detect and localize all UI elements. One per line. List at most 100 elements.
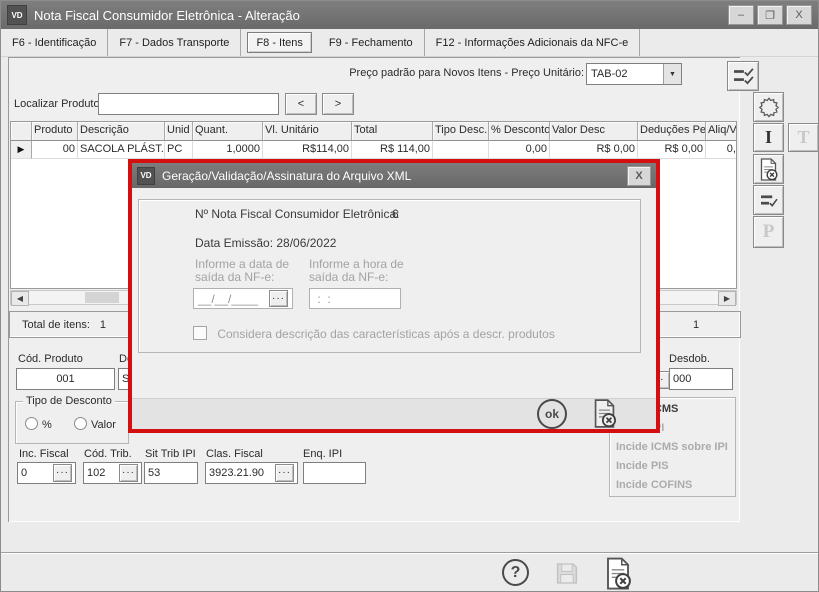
minimize-button[interactable]: – bbox=[728, 5, 754, 25]
cod-trib-label: Cód. Trib. bbox=[84, 448, 132, 460]
col-selector bbox=[11, 122, 32, 141]
checkbox-icon bbox=[193, 326, 207, 340]
cell-aliq-val-ip: 0,00% bbox=[706, 141, 737, 159]
next-item-button[interactable]: > bbox=[322, 93, 354, 115]
cancel-document-button[interactable] bbox=[753, 154, 784, 184]
ok-button[interactable]: ok bbox=[537, 399, 567, 429]
cod-trib-input[interactable]: 102 ··· bbox=[83, 462, 142, 484]
cell-unid: PC bbox=[165, 141, 193, 159]
inc-fiscal-input[interactable]: 0 ··· bbox=[17, 462, 76, 484]
save-button-disabled[interactable] bbox=[554, 561, 580, 589]
saida-date-input[interactable]: __/__/____ ··· bbox=[193, 288, 293, 309]
seal-button[interactable] bbox=[753, 92, 784, 122]
enq-ipi-input[interactable] bbox=[303, 462, 366, 484]
tab-f12-informacoes-adicionais[interactable]: F12 - Informações Adicionais da NFC-e bbox=[425, 29, 641, 56]
table-row[interactable]: ▶ 00 SACOLA PLÁST. PC 1,0000 R$114,00 R$… bbox=[11, 141, 736, 159]
localizar-produto-input[interactable] bbox=[98, 93, 279, 115]
tab-f9-fechamento[interactable]: F9 - Fechamento bbox=[318, 29, 425, 56]
cod-trib-value: 102 bbox=[87, 467, 119, 479]
cell-total: R$ 114,00 bbox=[352, 141, 433, 159]
radio-valor-icon bbox=[74, 417, 87, 430]
dialog-title: Geração/Validação/Assinatura do Arquivo … bbox=[162, 169, 624, 183]
dialog-cancel-button[interactable] bbox=[591, 399, 618, 431]
col-quant[interactable]: Quant. bbox=[193, 122, 263, 141]
inc-fiscal-value: 0 bbox=[21, 467, 53, 479]
right-total-value: 1 bbox=[693, 319, 699, 331]
scrollbar-thumb[interactable] bbox=[85, 292, 119, 303]
col-perc-desconto[interactable]: % Desconto bbox=[489, 122, 550, 141]
price-table-select[interactable]: TAB-02 ▼ bbox=[586, 63, 682, 85]
clas-fiscal-value: 3923.21.90 bbox=[209, 467, 275, 479]
col-deducoes[interactable]: Deduções Pe bbox=[638, 122, 706, 141]
col-produto[interactable]: Produto bbox=[32, 122, 78, 141]
radio-percent-label: % bbox=[42, 419, 52, 431]
col-descricao[interactable]: Descrição bbox=[78, 122, 165, 141]
date-picker-button[interactable]: ··· bbox=[269, 290, 288, 307]
cancel-note-button[interactable] bbox=[603, 557, 633, 592]
cell-vl-unitario: R$114,00 bbox=[263, 141, 352, 159]
desdob-label: Desdob. bbox=[669, 353, 710, 365]
clas-fiscal-browse-button[interactable]: ··· bbox=[275, 464, 294, 482]
col-total[interactable]: Total bbox=[352, 122, 433, 141]
saida-time-mask: : : bbox=[314, 292, 334, 306]
desdob-value: 000 bbox=[673, 373, 691, 385]
col-valor-desc[interactable]: Valor Desc bbox=[550, 122, 638, 141]
tab-bar: F6 - Identificação F7 - Dados Transporte… bbox=[1, 29, 818, 57]
col-vl-unitario[interactable]: Vl. Unitário bbox=[263, 122, 352, 141]
scroll-right-icon[interactable]: ▶ bbox=[718, 291, 736, 306]
radio-percent-icon bbox=[25, 417, 38, 430]
radio-percent[interactable]: % bbox=[25, 417, 52, 431]
dialog-close-button[interactable]: X bbox=[627, 166, 651, 186]
cell-tipo-desc bbox=[433, 141, 489, 159]
total-itens-value: 1 bbox=[100, 319, 106, 331]
right-total-box: 1 bbox=[651, 311, 741, 338]
floppy-disk-icon bbox=[554, 561, 580, 586]
prev-item-button[interactable]: < bbox=[285, 93, 317, 115]
caracteristicas-checkbox[interactable]: Considera descrição das características … bbox=[193, 326, 555, 341]
col-tipo-desc[interactable]: Tipo Desc. bbox=[433, 122, 489, 141]
application-window: VD Nota Fiscal Consumidor Eletrônica - A… bbox=[0, 0, 819, 592]
document-x-icon bbox=[758, 158, 779, 181]
cod-trib-browse-button[interactable]: ··· bbox=[119, 464, 138, 482]
maximize-button[interactable]: ❐ bbox=[757, 5, 783, 25]
total-itens-label: Total de itens: bbox=[22, 319, 90, 331]
clas-fiscal-input[interactable]: 3923.21.90 ··· bbox=[205, 462, 298, 484]
flag-incide-icms-sobre-ipi: Incide ICMS sobre IPI bbox=[610, 438, 735, 457]
desdob-input[interactable]: 000 bbox=[669, 368, 733, 390]
confirm-list-button[interactable] bbox=[753, 185, 784, 215]
enq-ipi-label: Enq. IPI bbox=[303, 448, 342, 460]
tab-f8-itens[interactable]: F8 - Itens bbox=[247, 32, 311, 53]
emissao-date-label: Data Emissão: 28/06/2022 bbox=[195, 236, 336, 250]
cell-descricao: SACOLA PLÁST. bbox=[78, 141, 165, 159]
cod-produto-label: Cód. Produto bbox=[18, 353, 83, 365]
saida-date-caption: Informe a data de saída da NF-e: bbox=[195, 258, 298, 284]
validate-items-button[interactable] bbox=[727, 61, 759, 91]
help-button[interactable]: ? bbox=[502, 559, 529, 586]
inc-fiscal-browse-button[interactable]: ··· bbox=[53, 464, 72, 482]
cod-produto-input[interactable]: 001 bbox=[16, 368, 115, 390]
italic-i-button[interactable]: I bbox=[753, 123, 784, 152]
row-selector-icon: ▶ bbox=[11, 141, 32, 159]
question-mark-icon: ? bbox=[511, 564, 521, 582]
col-aliq-val-ip[interactable]: Aliq/Val IP bbox=[706, 122, 737, 141]
price-default-label: Preço padrão para Novos Itens - Preço Un… bbox=[168, 67, 584, 79]
saida-time-caption: Informe a hora de saída da NF-e: bbox=[309, 258, 412, 284]
saida-time-input[interactable]: : : bbox=[309, 288, 401, 309]
t-button-disabled[interactable]: T bbox=[788, 123, 819, 152]
cell-produto: 00 bbox=[32, 141, 78, 159]
sit-trib-ipi-input[interactable]: 53 bbox=[144, 462, 198, 484]
p-button-disabled[interactable]: P bbox=[753, 216, 784, 248]
dialog-button-bar: ok bbox=[132, 398, 656, 429]
tab-f7-dados-transporte[interactable]: F7 - Dados Transporte bbox=[108, 29, 241, 56]
cell-valor-desc: R$ 0,00 bbox=[550, 141, 638, 159]
col-unid[interactable]: Unid bbox=[165, 122, 193, 141]
tab-f6-identificacao[interactable]: F6 - Identificação bbox=[1, 29, 108, 56]
footer-bar: ? bbox=[1, 552, 818, 592]
scroll-left-icon[interactable]: ◀ bbox=[11, 291, 29, 306]
close-button[interactable]: X bbox=[786, 5, 812, 25]
chevron-down-icon[interactable]: ▼ bbox=[663, 64, 681, 84]
checklist-icon bbox=[732, 67, 754, 85]
flag-incide-cofins: Incide COFINS bbox=[610, 476, 735, 495]
radio-valor[interactable]: Valor bbox=[74, 417, 116, 431]
total-itens-box: Total de itens: 1 bbox=[9, 311, 143, 338]
